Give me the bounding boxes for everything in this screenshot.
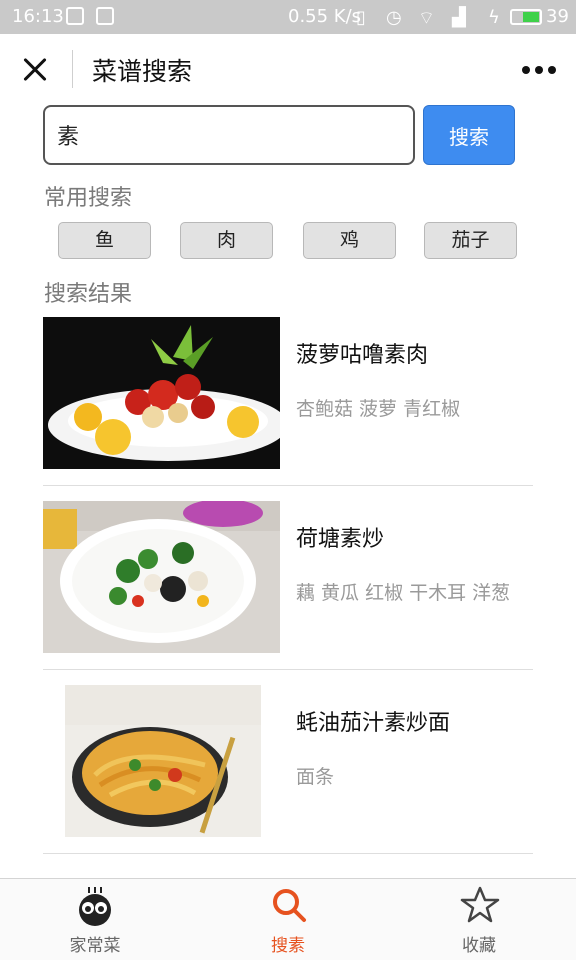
tab-label: 搜素 bbox=[271, 936, 305, 956]
tag-eggplant[interactable]: 茄子 bbox=[424, 222, 517, 259]
dish-image bbox=[65, 685, 261, 837]
tab-search[interactable]: 搜素 bbox=[233, 879, 343, 960]
search-results-label: 搜索结果 bbox=[44, 282, 133, 307]
dish-image bbox=[43, 501, 280, 653]
dish-name: 蚝油茄汁素炒面 bbox=[296, 711, 451, 736]
header-divider bbox=[72, 50, 73, 88]
status-bar: 16:13 0.55 K/s ▯ ◷ ⌔ ▟ ϟ 39 bbox=[0, 0, 576, 34]
page-title: 菜谱搜索 bbox=[92, 57, 193, 86]
tab-favorites[interactable]: 收藏 bbox=[424, 879, 534, 960]
dish-name: 菠萝咕噜素肉 bbox=[296, 343, 429, 368]
charging-icon: ϟ bbox=[488, 7, 500, 28]
dish-ingredients: 杏鲍菇 菠萝 青红椒 bbox=[296, 398, 461, 420]
vibrate-icon: ▯ bbox=[356, 7, 366, 28]
network-speed: 0.55 K/s bbox=[288, 6, 362, 27]
result-item[interactable]: 菠萝咕噜素肉 杏鲍菇 菠萝 青红椒 bbox=[43, 317, 533, 486]
tab-label: 家常菜 bbox=[69, 936, 121, 956]
dish-image bbox=[43, 317, 280, 469]
divider bbox=[43, 485, 533, 486]
status-time: 16:13 bbox=[12, 6, 64, 27]
nav-header: 菜谱搜索 bbox=[0, 34, 576, 106]
wifi-icon: ⌔ bbox=[418, 8, 435, 29]
home-dish-icon bbox=[79, 887, 111, 926]
result-item[interactable]: 荷塘素炒 藕 黄瓜 红椒 干木耳 洋葱 bbox=[43, 501, 533, 670]
search-icon bbox=[273, 889, 306, 922]
result-item[interactable]: 蚝油茄汁素炒面 面条 bbox=[43, 685, 533, 854]
tag-meat[interactable]: 肉 bbox=[180, 222, 273, 259]
tab-home[interactable]: 家常菜 bbox=[40, 879, 150, 960]
battery-icon bbox=[510, 9, 542, 25]
notification-icon bbox=[66, 7, 84, 25]
tab-bar: 家常菜 搜素 收藏 bbox=[0, 878, 576, 960]
battery-level: 39 bbox=[546, 6, 569, 27]
tab-label: 收藏 bbox=[462, 936, 496, 956]
image-icon bbox=[96, 7, 114, 25]
tag-fish[interactable]: 鱼 bbox=[58, 222, 151, 259]
alarm-icon: ◷ bbox=[386, 7, 402, 28]
divider bbox=[43, 669, 533, 670]
dish-ingredients: 藕 黄瓜 红椒 干木耳 洋葱 bbox=[296, 582, 511, 604]
search-button[interactable]: 搜索 bbox=[423, 105, 515, 165]
dish-ingredients: 面条 bbox=[296, 766, 335, 788]
common-searches-label: 常用搜索 bbox=[44, 186, 133, 211]
divider bbox=[43, 853, 533, 854]
close-icon[interactable] bbox=[18, 52, 54, 88]
star-icon bbox=[460, 886, 500, 923]
tag-chicken[interactable]: 鸡 bbox=[303, 222, 396, 259]
dish-name: 荷塘素炒 bbox=[296, 527, 385, 552]
signal-icon: ▟ bbox=[452, 7, 466, 28]
search-input[interactable] bbox=[43, 105, 415, 165]
more-options-icon[interactable] bbox=[522, 64, 556, 76]
